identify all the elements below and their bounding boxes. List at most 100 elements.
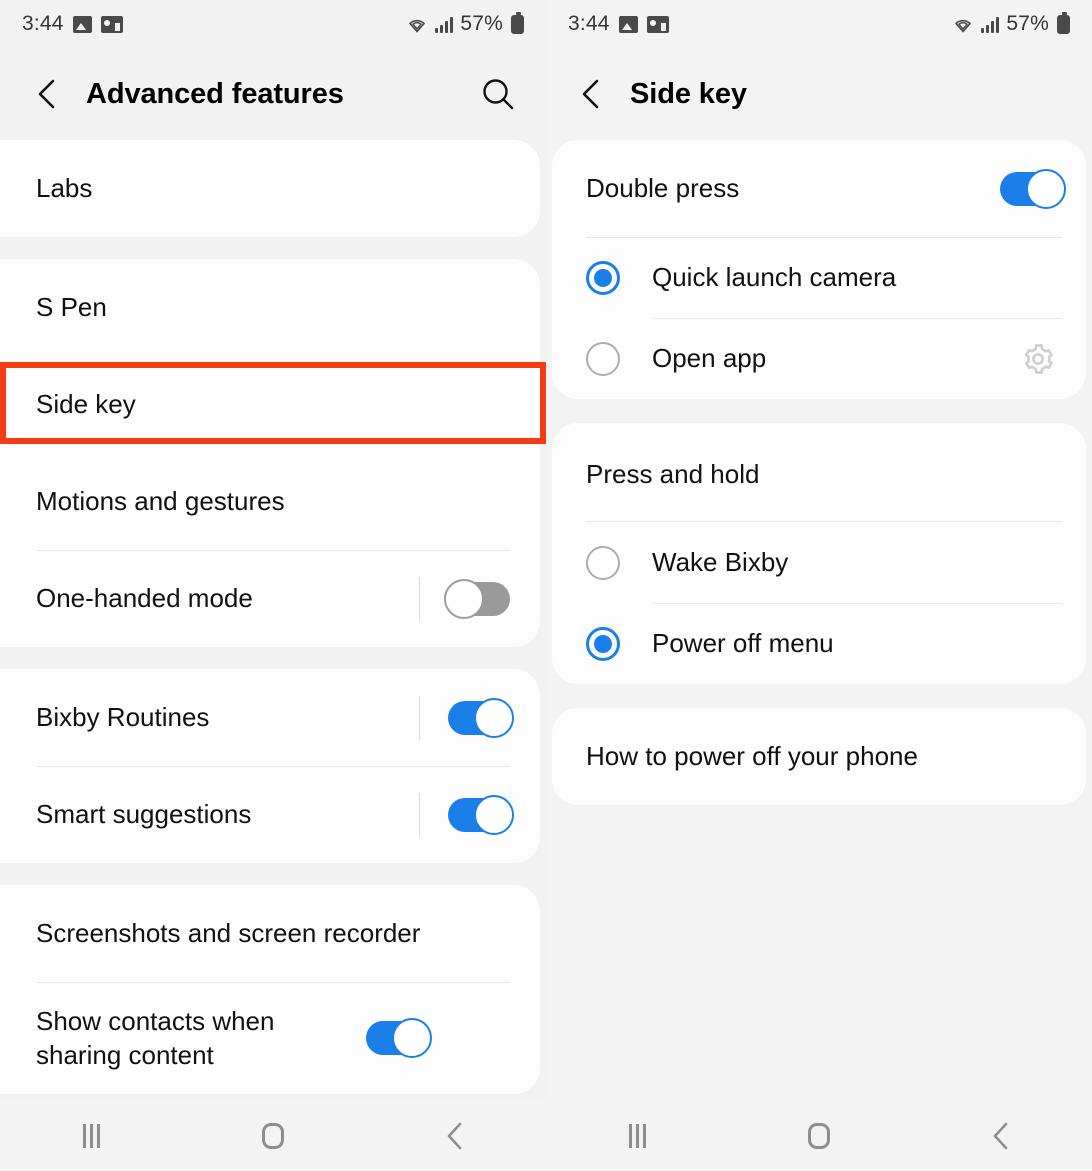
- radio-wake-bixby[interactable]: Wake Bixby: [552, 522, 1086, 603]
- left-app-bar: Advanced features: [0, 48, 546, 140]
- row-label: S Pen: [36, 292, 107, 323]
- gear-icon[interactable]: [1018, 339, 1058, 379]
- back-icon[interactable]: [415, 1111, 495, 1161]
- toggle-separator: [419, 576, 420, 621]
- nav-bar-left: [0, 1100, 546, 1171]
- home-icon[interactable]: [233, 1111, 313, 1161]
- battery-percent: 57%: [460, 12, 503, 35]
- list-item[interactable]: Screenshots and screen recorder: [0, 885, 540, 982]
- toggle-separator: [419, 792, 420, 837]
- radio-label: Wake Bixby: [652, 547, 789, 577]
- signal-icon: [981, 16, 1000, 33]
- right-app-bar: Side key: [546, 48, 1092, 140]
- list-item[interactable]: Motions and gestures: [0, 453, 540, 550]
- battery-percent: 57%: [1006, 12, 1049, 35]
- radio-button[interactable]: [586, 260, 620, 295]
- row-divider: [36, 766, 510, 767]
- settings-group-input: S Pen Side key Motions and gestures One-…: [0, 259, 540, 647]
- list-item[interactable]: Labs: [0, 140, 540, 237]
- status-bar-right-group: 57%: [952, 11, 1070, 36]
- status-bar-left-group: 3:44: [22, 12, 123, 36]
- row-label: Side key: [36, 389, 136, 420]
- list-item[interactable]: S Pen: [0, 259, 540, 356]
- settings-group-double-press: Double press Quick launch camera Open ap…: [552, 140, 1086, 399]
- right-phone-pane: 3:44 57% Side key Double press Quick lau…: [546, 0, 1092, 1171]
- search-icon[interactable]: [480, 76, 516, 112]
- switch-knob: [474, 794, 514, 835]
- back-chevron-icon[interactable]: [30, 77, 64, 111]
- section-header-press-and-hold: Press and hold: [552, 423, 1086, 522]
- radio-button[interactable]: [586, 545, 620, 580]
- status-bar-left: 3:44 57%: [0, 0, 546, 48]
- row-divider: [586, 237, 1062, 238]
- settings-group-screenshots: Screenshots and screen recorder Show con…: [0, 885, 540, 1094]
- row-divider: [652, 318, 1062, 319]
- page-title: Advanced features: [86, 77, 344, 110]
- list-item-double-press[interactable]: Double press: [552, 140, 1086, 237]
- switch-knob: [392, 1018, 432, 1058]
- list-item[interactable]: Bixby Routines: [0, 669, 540, 766]
- list-item-side-key[interactable]: Side key: [0, 356, 540, 453]
- radio-open-app[interactable]: Open app: [552, 318, 1086, 399]
- settings-group-labs: Labs: [0, 140, 540, 237]
- row-label: Bixby Routines: [36, 702, 210, 733]
- screenshot-icon: [100, 15, 123, 33]
- group-gap: [0, 863, 546, 885]
- list-item[interactable]: One-handed mode: [0, 550, 540, 647]
- status-bar-right: 3:44 57%: [546, 0, 1092, 48]
- toggle-double-press[interactable]: [1000, 167, 1086, 211]
- switch-track[interactable]: [444, 578, 510, 619]
- settings-group-bixby: Bixby Routines Smart suggestions: [0, 669, 540, 863]
- radio-label: Quick launch camera: [652, 262, 897, 292]
- battery-icon: [1057, 11, 1070, 34]
- row-label: Show contacts when sharing content: [36, 1005, 275, 1070]
- list-item-how-to-power-off[interactable]: How to power off your phone: [552, 708, 1086, 805]
- group-gap: [0, 647, 546, 669]
- list-item[interactable]: Smart suggestions: [0, 766, 540, 863]
- list-item[interactable]: Show contacts when sharing content: [0, 982, 540, 1094]
- switch-track[interactable]: [366, 1018, 432, 1058]
- radio-button[interactable]: [586, 626, 620, 661]
- row-label: Double press: [586, 173, 740, 204]
- radio-label: Open app: [652, 343, 767, 373]
- toggle-bixby-routines[interactable]: [419, 695, 540, 740]
- toggle-one-handed-mode[interactable]: [419, 576, 540, 621]
- toggle-show-contacts[interactable]: [366, 1016, 458, 1060]
- radio-quick-launch-camera[interactable]: Quick launch camera: [552, 237, 1086, 318]
- switch-track[interactable]: [1000, 168, 1066, 209]
- switch-knob: [474, 697, 514, 738]
- row-label: Screenshots and screen recorder: [36, 918, 421, 949]
- left-phone-pane: 3:44 57% Advanced features Labs S Pen Si…: [0, 0, 546, 1171]
- settings-group-help: How to power off your phone: [552, 708, 1086, 805]
- dual-phone-screenshot: 3:44 57% Advanced features Labs S Pen Si…: [0, 0, 1092, 1171]
- status-bar-left-group: 3:44: [568, 12, 669, 36]
- nav-bar-right: [546, 1100, 1092, 1171]
- switch-track[interactable]: [448, 697, 514, 738]
- switch-track[interactable]: [448, 794, 514, 835]
- screenshot-icon: [646, 15, 669, 33]
- row-label: Labs: [36, 173, 93, 204]
- row-divider: [36, 982, 510, 983]
- radio-label: Power off menu: [652, 628, 834, 658]
- recents-icon[interactable]: [597, 1111, 677, 1161]
- signal-icon: [435, 16, 454, 33]
- image-icon: [72, 15, 92, 33]
- radio-power-off-menu[interactable]: Power off menu: [552, 603, 1086, 684]
- radio-button[interactable]: [586, 341, 620, 376]
- status-time: 3:44: [568, 12, 610, 35]
- wifi-icon: [406, 16, 428, 33]
- recents-icon[interactable]: [51, 1111, 131, 1161]
- back-icon[interactable]: [961, 1111, 1041, 1161]
- home-icon[interactable]: [779, 1111, 859, 1161]
- group-gap: [0, 237, 546, 259]
- settings-group-press-and-hold: Press and hold Wake Bixby Power off menu: [552, 423, 1086, 684]
- group-gap: [546, 684, 1092, 708]
- back-chevron-icon[interactable]: [574, 77, 608, 111]
- battery-icon: [511, 11, 524, 34]
- toggle-smart-suggestions[interactable]: [419, 792, 540, 837]
- status-time: 3:44: [22, 12, 64, 35]
- group-gap: [546, 399, 1092, 423]
- row-label: How to power off your phone: [586, 741, 918, 772]
- page-title: Side key: [630, 77, 747, 110]
- wifi-icon: [952, 16, 974, 33]
